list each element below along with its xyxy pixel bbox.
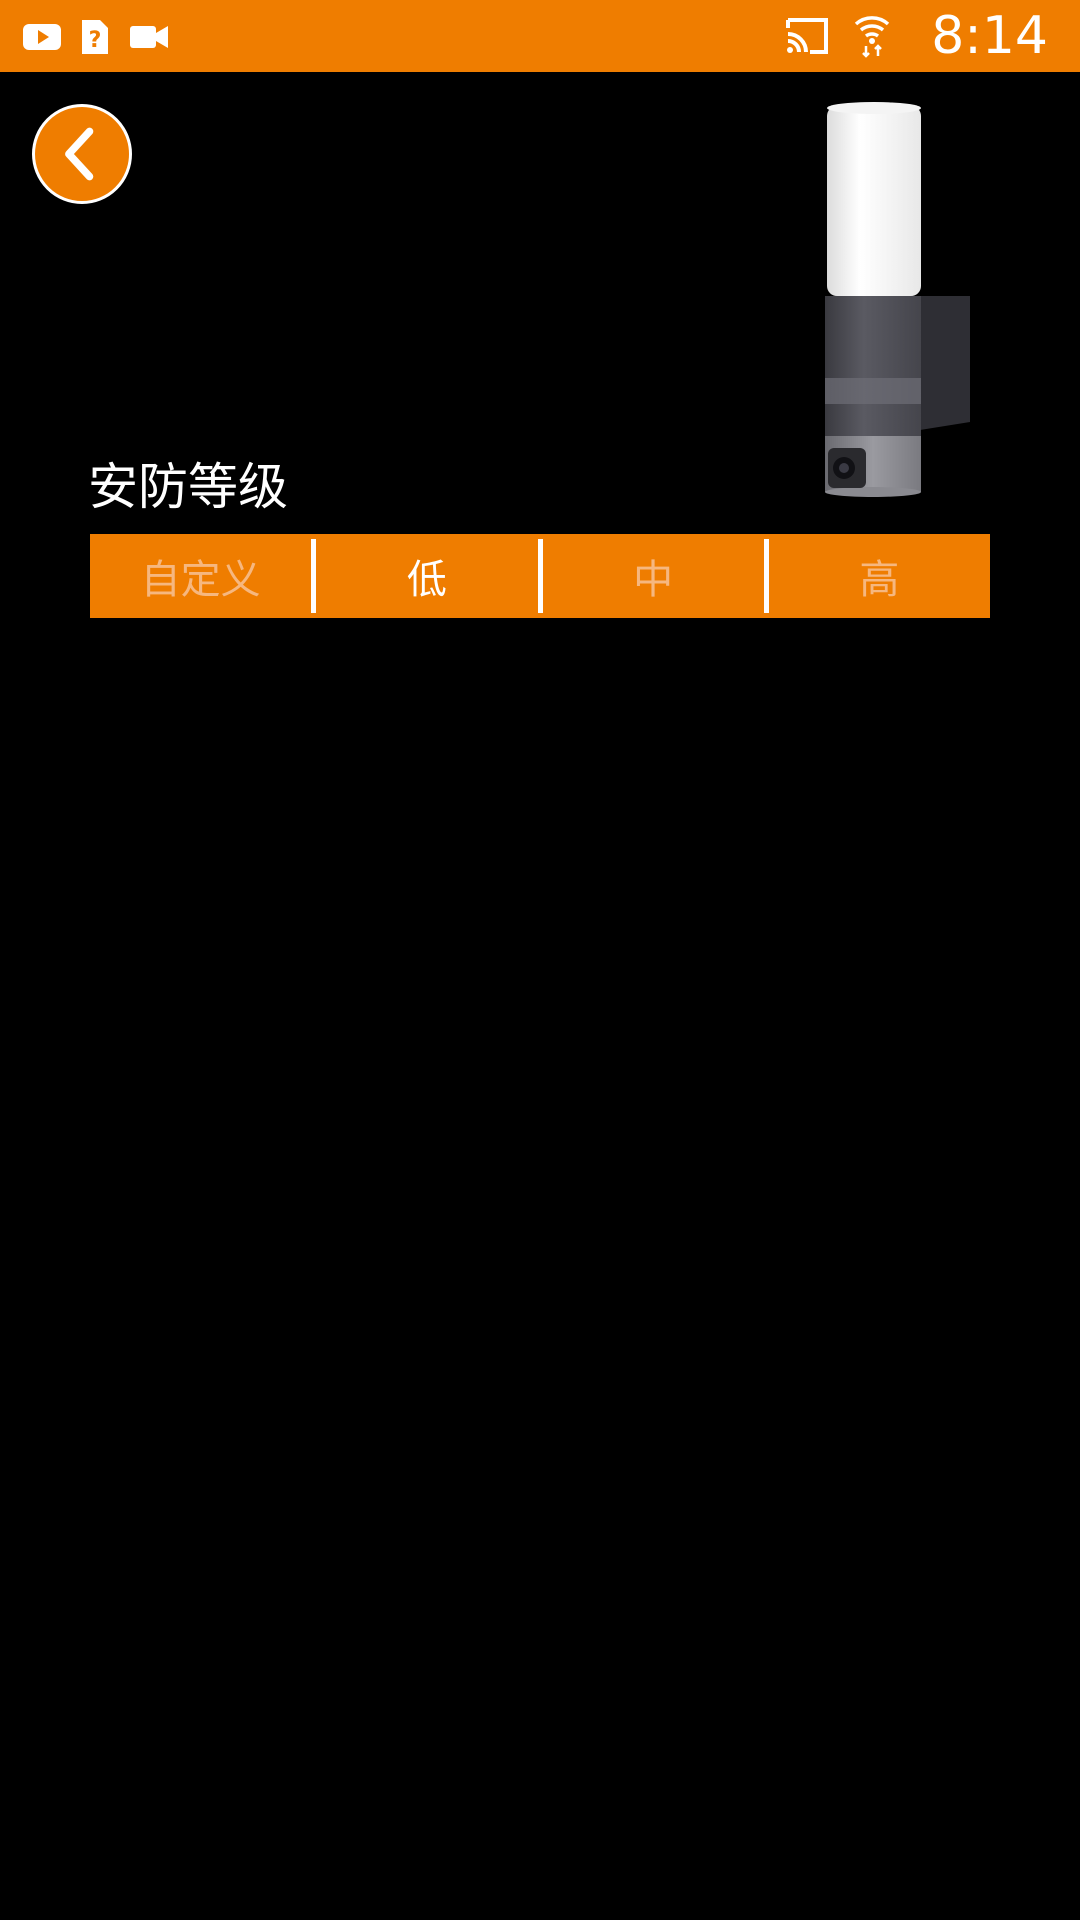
cast-icon — [786, 18, 828, 54]
youtube-icon — [23, 24, 61, 50]
sim-unknown-icon: ? — [82, 20, 108, 54]
svg-text:?: ? — [89, 28, 102, 53]
status-time: 8:14 — [931, 6, 1048, 66]
screen: ? 8:14 安防等级 自定义 低 中 高 — [0, 0, 1080, 1920]
option-low[interactable]: 低 — [316, 534, 537, 618]
option-high-label: 高 — [859, 557, 900, 603]
wifi-icon — [854, 16, 890, 58]
chevron-left-icon — [65, 127, 94, 181]
option-medium-label: 中 — [633, 557, 674, 603]
option-high[interactable]: 高 — [769, 534, 990, 618]
option-medium[interactable]: 中 — [543, 534, 764, 618]
security-level-selector: 自定义 低 中 高 — [90, 534, 990, 618]
status-bar: ? 8:14 — [0, 0, 1080, 72]
video-camera-icon — [130, 26, 168, 48]
option-custom[interactable]: 自定义 — [90, 534, 311, 618]
back-button[interactable] — [32, 104, 132, 204]
outdoor-camera-light-icon — [825, 102, 970, 497]
security-level-title: 安防等级 — [88, 458, 288, 516]
option-low-label: 低 — [406, 557, 447, 603]
option-custom-label: 自定义 — [140, 557, 261, 603]
